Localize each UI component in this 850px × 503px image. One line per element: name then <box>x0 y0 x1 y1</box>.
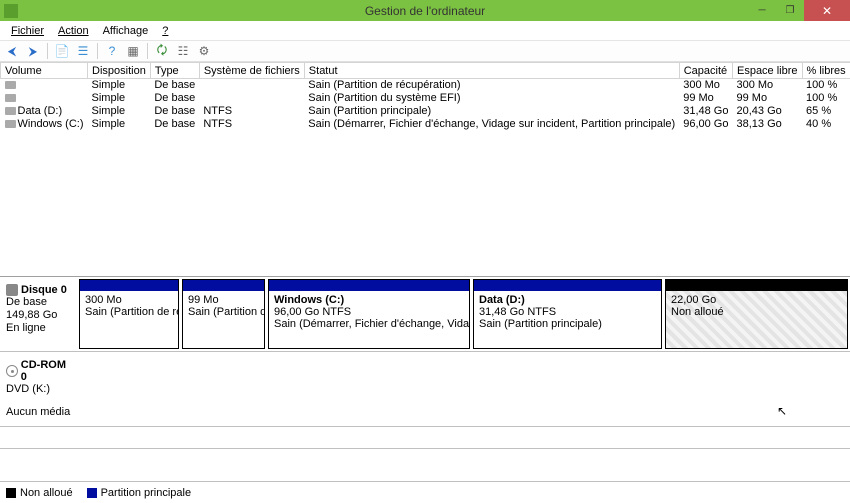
volume-table: Volume Disposition Type Système de fichi… <box>0 62 850 277</box>
maximize-button[interactable]: ❐ <box>776 0 804 21</box>
col-disposition[interactable]: Disposition <box>88 63 151 79</box>
separator <box>97 43 98 59</box>
legend-primary: Partition principale <box>87 487 192 499</box>
cdrom-label: CD-ROM 0 DVD (K:) Aucun média <box>0 352 80 426</box>
close-button[interactable]: ✕ <box>804 0 850 21</box>
col-free[interactable]: Espace libre <box>732 63 802 79</box>
col-type[interactable]: Type <box>150 63 199 79</box>
spacer <box>0 448 850 481</box>
cdrom-empty <box>80 352 850 426</box>
menu-action[interactable]: Action <box>51 23 96 39</box>
table-row[interactable]: Data (D:)SimpleDe baseNTFSSain (Partitio… <box>1 105 850 118</box>
menu-view[interactable]: Affichage <box>96 23 156 39</box>
volume-icon <box>5 120 16 128</box>
table-row[interactable]: SimpleDe baseSain (Partition de récupéra… <box>1 79 850 92</box>
table-header-row: Volume Disposition Type Système de fichi… <box>1 63 850 79</box>
partition[interactable]: Data (D:)31,48 Go NTFSSain (Partition pr… <box>473 279 662 349</box>
col-volume[interactable]: Volume <box>1 63 88 79</box>
show-hide-icon[interactable]: ☰ <box>74 42 92 60</box>
menubar: Fichier Action Affichage ? <box>0 21 850 40</box>
window-controls: ─ ❐ ✕ <box>748 0 850 21</box>
properties-icon[interactable]: ▦ <box>124 42 142 60</box>
disk-row-0[interactable]: Disque 0 De base 149,88 Go En ligne 300 … <box>0 277 850 352</box>
disk-icon <box>6 284 18 296</box>
disk-label: Disque 0 De base 149,88 Go En ligne <box>0 277 77 351</box>
table-row[interactable]: SimpleDe baseSain (Partition du système … <box>1 92 850 105</box>
list-icon[interactable]: ☷ <box>174 42 192 60</box>
volume-icon <box>5 81 16 89</box>
menu-help[interactable]: ? <box>155 23 175 39</box>
separator <box>47 43 48 59</box>
disk-map: Disque 0 De base 149,88 Go En ligne 300 … <box>0 277 850 448</box>
volume-icon <box>5 107 16 115</box>
table-row[interactable]: Windows (C:)SimpleDe baseNTFSSain (Démar… <box>1 118 850 131</box>
partition[interactable]: 300 MoSain (Partition de récupé <box>79 279 179 349</box>
legend: Non alloué Partition principale <box>0 481 850 503</box>
col-status[interactable]: Statut <box>304 63 679 79</box>
titlebar: Gestion de l'ordinateur ─ ❐ ✕ <box>0 0 850 21</box>
col-fs[interactable]: Système de fichiers <box>199 63 304 79</box>
partition[interactable]: 99 MoSain (Partition du s <box>182 279 265 349</box>
minimize-button[interactable]: ─ <box>748 0 776 21</box>
separator <box>147 43 148 59</box>
app-icon <box>4 4 18 18</box>
col-capacity[interactable]: Capacité <box>679 63 732 79</box>
back-button[interactable]: ⮜ <box>3 42 21 60</box>
window-title: Gestion de l'ordinateur <box>0 4 850 18</box>
partition[interactable]: Windows (C:)96,00 Go NTFSSain (Démarrer,… <box>268 279 470 349</box>
forward-button[interactable]: ⮞ <box>24 42 42 60</box>
volume-icon <box>5 94 16 102</box>
legend-unallocated: Non alloué <box>6 487 73 499</box>
partition[interactable]: 22,00 GoNon alloué <box>665 279 848 349</box>
settings-icon[interactable]: ⚙ <box>195 42 213 60</box>
cd-icon <box>6 365 18 377</box>
up-icon[interactable]: 📄 <box>53 42 71 60</box>
disk-row-cdrom[interactable]: CD-ROM 0 DVD (K:) Aucun média <box>0 352 850 427</box>
col-pctfree[interactable]: % libres <box>802 63 850 79</box>
toolbar: ⮜ ⮞ 📄 ☰ ? ▦ 🗘 ☷ ⚙ <box>0 40 850 62</box>
help-icon[interactable]: ? <box>103 42 121 60</box>
menu-file[interactable]: Fichier <box>4 23 51 39</box>
refresh-icon[interactable]: 🗘 <box>153 42 171 60</box>
